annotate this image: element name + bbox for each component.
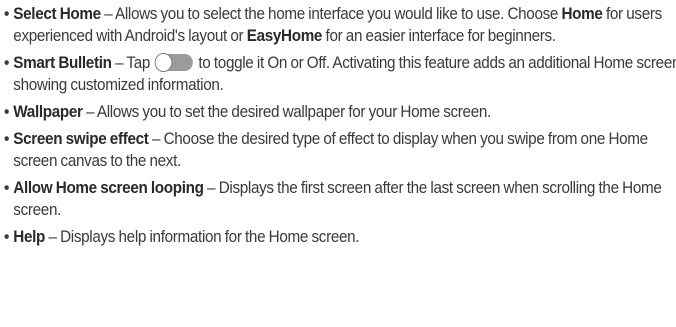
list-item-select-home: • Select Home – Allows you to select the… [4, 3, 676, 47]
bullet: • [4, 5, 10, 23]
item-dash: – [203, 179, 219, 197]
item-dash: – [111, 54, 127, 72]
settings-help-list: • Select Home – Allows you to select the… [0, 0, 676, 327]
item-bold-home: Home [561, 5, 603, 23]
item-bold-easyhome: EasyHome [246, 27, 323, 45]
item-text: Tap [126, 54, 151, 72]
list-item-home-screen-looping: • Allow Home screen looping – Displays t… [4, 177, 676, 221]
item-text: Allows you to set the desired wallpaper … [96, 103, 491, 121]
item-dash: – [82, 103, 97, 121]
toggle-knob [154, 53, 173, 72]
bullet: • [4, 228, 10, 246]
item-text: Allows you to select the home interface … [114, 5, 562, 23]
item-dash: – [148, 130, 164, 148]
toggle-switch-off-icon [154, 53, 193, 72]
item-dash: – [100, 5, 115, 23]
item-text: Displays help information for the Home s… [60, 228, 360, 246]
bullet: • [4, 179, 10, 197]
item-term: Smart Bulletin [13, 54, 112, 72]
list-item-help: • Help – Displays help information for t… [4, 226, 676, 248]
list-item-screen-swipe-effect: • Screen swipe effect – Choose the desir… [4, 128, 676, 172]
item-dash: – [45, 228, 61, 246]
bullet: • [4, 54, 10, 72]
list-item-smart-bulletin: • Smart Bulletin – Tap to toggle it On or… [4, 52, 676, 96]
item-term: Help [13, 228, 46, 246]
list-item-wallpaper: • Wallpaper – Allows you to set the desi… [4, 101, 676, 123]
bullet: • [4, 130, 10, 148]
item-term: Wallpaper [13, 103, 83, 121]
item-term: Screen swipe effect [13, 130, 149, 148]
item-term: Allow Home screen looping [13, 179, 204, 197]
item-text: for an easier interface for beginners. [322, 27, 557, 45]
bullet: • [4, 103, 10, 121]
item-term: Select Home [13, 5, 101, 23]
